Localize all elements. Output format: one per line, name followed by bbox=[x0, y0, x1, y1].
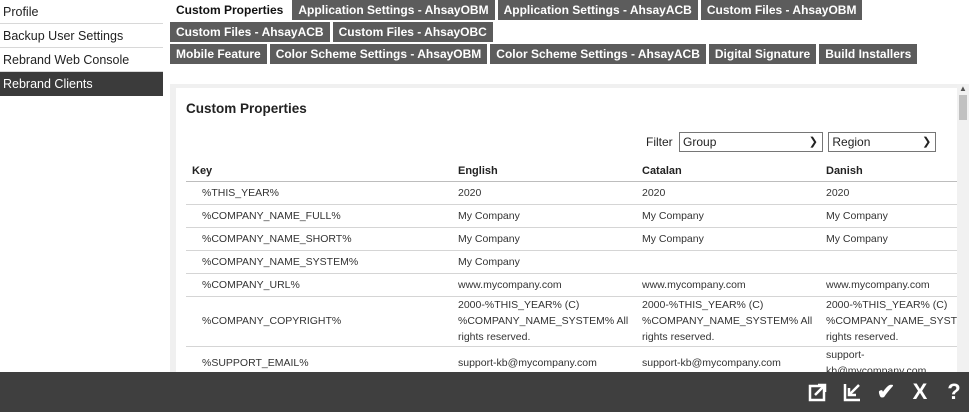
tab-color-scheme-settings-ahsayobm[interactable]: Color Scheme Settings - AhsayOBM bbox=[269, 44, 488, 64]
custom-properties-table: Key English Catalan Danish %THIS_YEAR% 20… bbox=[186, 161, 957, 372]
table-row[interactable]: %THIS_YEAR% 2020 2020 2020 bbox=[186, 181, 957, 205]
cell-catalan: www.mycompany.com bbox=[637, 273, 821, 297]
cell-english: www.mycompany.com bbox=[453, 273, 637, 297]
table-row[interactable]: %COMPANY_NAME_SHORT% My Company My Company… bbox=[186, 227, 957, 251]
check-icon: ✔ bbox=[876, 379, 896, 404]
cell-english: My Company bbox=[453, 204, 637, 228]
cell-catalan: My Company bbox=[637, 204, 821, 228]
filter-bar: Filter Group ❯ Region ❯ bbox=[646, 132, 937, 152]
cell-catalan bbox=[637, 250, 821, 274]
custom-properties-panel: Custom Properties Filter Group ❯ Region … bbox=[176, 88, 957, 372]
group-filter-value: Group bbox=[683, 135, 717, 149]
table-header-row: Key English Catalan Danish bbox=[186, 161, 957, 182]
tab-custom-files-ahsayacb[interactable]: Custom Files - AhsayACB bbox=[170, 22, 330, 42]
tab-build-installers[interactable]: Build Installers bbox=[819, 44, 918, 64]
tab-custom-files-ahsayobc[interactable]: Custom Files - AhsayOBC bbox=[332, 22, 493, 42]
cell-key: %THIS_YEAR% bbox=[186, 181, 453, 205]
region-filter-select[interactable]: Region ❯ bbox=[828, 132, 937, 152]
filter-label: Filter bbox=[646, 135, 673, 149]
cell-danish bbox=[821, 250, 957, 274]
cell-danish: www.mycompany.com bbox=[821, 273, 957, 297]
footer-actions: ✔ X ? bbox=[799, 372, 969, 412]
chevron-down-icon: ❯ bbox=[808, 136, 819, 148]
sidebar-item-profile[interactable]: Profile bbox=[0, 0, 163, 24]
cell-danish: 2000-%THIS_YEAR% (C) %COMPANY_NAME_SYSTE… bbox=[821, 296, 957, 347]
cell-english: My Company bbox=[453, 250, 637, 274]
cell-english: support-kb@mycompany.com bbox=[453, 346, 637, 372]
cell-key: %SUPPORT_EMAIL% bbox=[186, 346, 453, 372]
tab-row-3: Mobile Feature Color Scheme Settings - Ah… bbox=[170, 44, 969, 65]
cell-danish: support-kb@mycompany.com bbox=[821, 346, 957, 372]
column-header-catalan: Catalan bbox=[637, 161, 821, 182]
column-header-key: Key bbox=[186, 161, 453, 182]
cell-catalan: My Company bbox=[637, 227, 821, 251]
export-icon bbox=[808, 382, 828, 402]
footer-bar: ✔ X ? bbox=[0, 372, 969, 412]
tab-application-settings-ahsayacb[interactable]: Application Settings - AhsayACB bbox=[497, 0, 698, 20]
cancel-button[interactable]: X bbox=[905, 372, 935, 412]
cell-danish: 2020 bbox=[821, 181, 957, 205]
import-icon bbox=[842, 382, 862, 402]
cell-key: %COMPANY_NAME_SHORT% bbox=[186, 227, 453, 251]
table-row[interactable]: %COMPANY_NAME_FULL% My Company My Company M… bbox=[186, 204, 957, 228]
tab-color-scheme-settings-ahsayacb[interactable]: Color Scheme Settings - AhsayACB bbox=[490, 44, 706, 64]
cell-english: My Company bbox=[453, 227, 637, 251]
table-row[interactable]: %COMPANY_URL% www.mycompany.com www.mycomp… bbox=[186, 273, 957, 297]
cell-catalan: support-kb@mycompany.com bbox=[637, 346, 821, 372]
table-row[interactable]: %COMPANY_COPYRIGHT% 2000-%THIS_YEAR% (C) … bbox=[186, 296, 957, 347]
export-button[interactable] bbox=[803, 372, 833, 412]
scrollbar-thumb[interactable] bbox=[959, 95, 967, 120]
scroll-up-arrow-icon[interactable]: ▲ bbox=[959, 84, 967, 93]
group-filter-select[interactable]: Group ❯ bbox=[679, 132, 824, 152]
content-area: Custom Properties Filter Group ❯ Region … bbox=[170, 84, 957, 372]
help-button[interactable]: ? bbox=[939, 372, 969, 412]
table-row[interactable]: %SUPPORT_EMAIL% support-kb@mycompany.com s… bbox=[186, 346, 957, 372]
cell-key: %COMPANY_URL% bbox=[186, 273, 453, 297]
tab-custom-properties[interactable]: Custom Properties bbox=[170, 0, 290, 20]
cell-key: %COMPANY_NAME_FULL% bbox=[186, 204, 453, 228]
sidebar: Profile Backup User Settings Rebrand Web… bbox=[0, 0, 163, 372]
sidebar-item-backup-user-settings[interactable]: Backup User Settings bbox=[0, 24, 163, 48]
help-icon: ? bbox=[947, 379, 961, 404]
vertical-scrollbar[interactable]: ▲ bbox=[957, 84, 969, 372]
column-header-danish: Danish bbox=[821, 161, 957, 182]
cell-catalan: 2000-%THIS_YEAR% (C) %COMPANY_NAME_SYSTE… bbox=[637, 296, 821, 347]
cell-key: %COMPANY_COPYRIGHT% bbox=[186, 296, 453, 347]
close-icon: X bbox=[912, 379, 928, 404]
import-button[interactable] bbox=[837, 372, 867, 412]
tab-mobile-feature[interactable]: Mobile Feature bbox=[170, 44, 267, 64]
cell-danish: My Company bbox=[821, 227, 957, 251]
cell-key: %COMPANY_NAME_SYSTEM% bbox=[186, 250, 453, 274]
cell-catalan: 2020 bbox=[637, 181, 821, 205]
tab-application-settings-ahsayobm[interactable]: Application Settings - AhsayOBM bbox=[292, 0, 495, 20]
confirm-button[interactable]: ✔ bbox=[871, 372, 901, 412]
table-row[interactable]: %COMPANY_NAME_SYSTEM% My Company bbox=[186, 250, 957, 274]
column-header-english: English bbox=[453, 161, 637, 182]
cell-english: 2000-%THIS_YEAR% (C) %COMPANY_NAME_SYSTE… bbox=[453, 296, 637, 347]
tab-row-2: Custom Files - AhsayACB Custom Files - Ah… bbox=[170, 22, 969, 42]
cell-danish: My Company bbox=[821, 204, 957, 228]
sidebar-item-rebrand-web-console[interactable]: Rebrand Web Console bbox=[0, 48, 163, 72]
chevron-down-icon: ❯ bbox=[922, 136, 932, 148]
region-filter-value: Region bbox=[832, 135, 871, 149]
tab-digital-signature[interactable]: Digital Signature bbox=[708, 44, 817, 64]
table-body: %THIS_YEAR% 2020 2020 2020 %COMPANY_NAME_FUL… bbox=[186, 181, 957, 372]
tab-custom-files-ahsayobm[interactable]: Custom Files - AhsayOBM bbox=[700, 0, 863, 20]
tab-bar: Custom Properties Application Settings - … bbox=[170, 0, 969, 67]
cell-english: 2020 bbox=[453, 181, 637, 205]
panel-title: Custom Properties bbox=[186, 101, 307, 116]
tab-row-1: Custom Properties Application Settings - … bbox=[170, 0, 969, 20]
sidebar-item-rebrand-clients[interactable]: Rebrand Clients bbox=[0, 72, 163, 96]
